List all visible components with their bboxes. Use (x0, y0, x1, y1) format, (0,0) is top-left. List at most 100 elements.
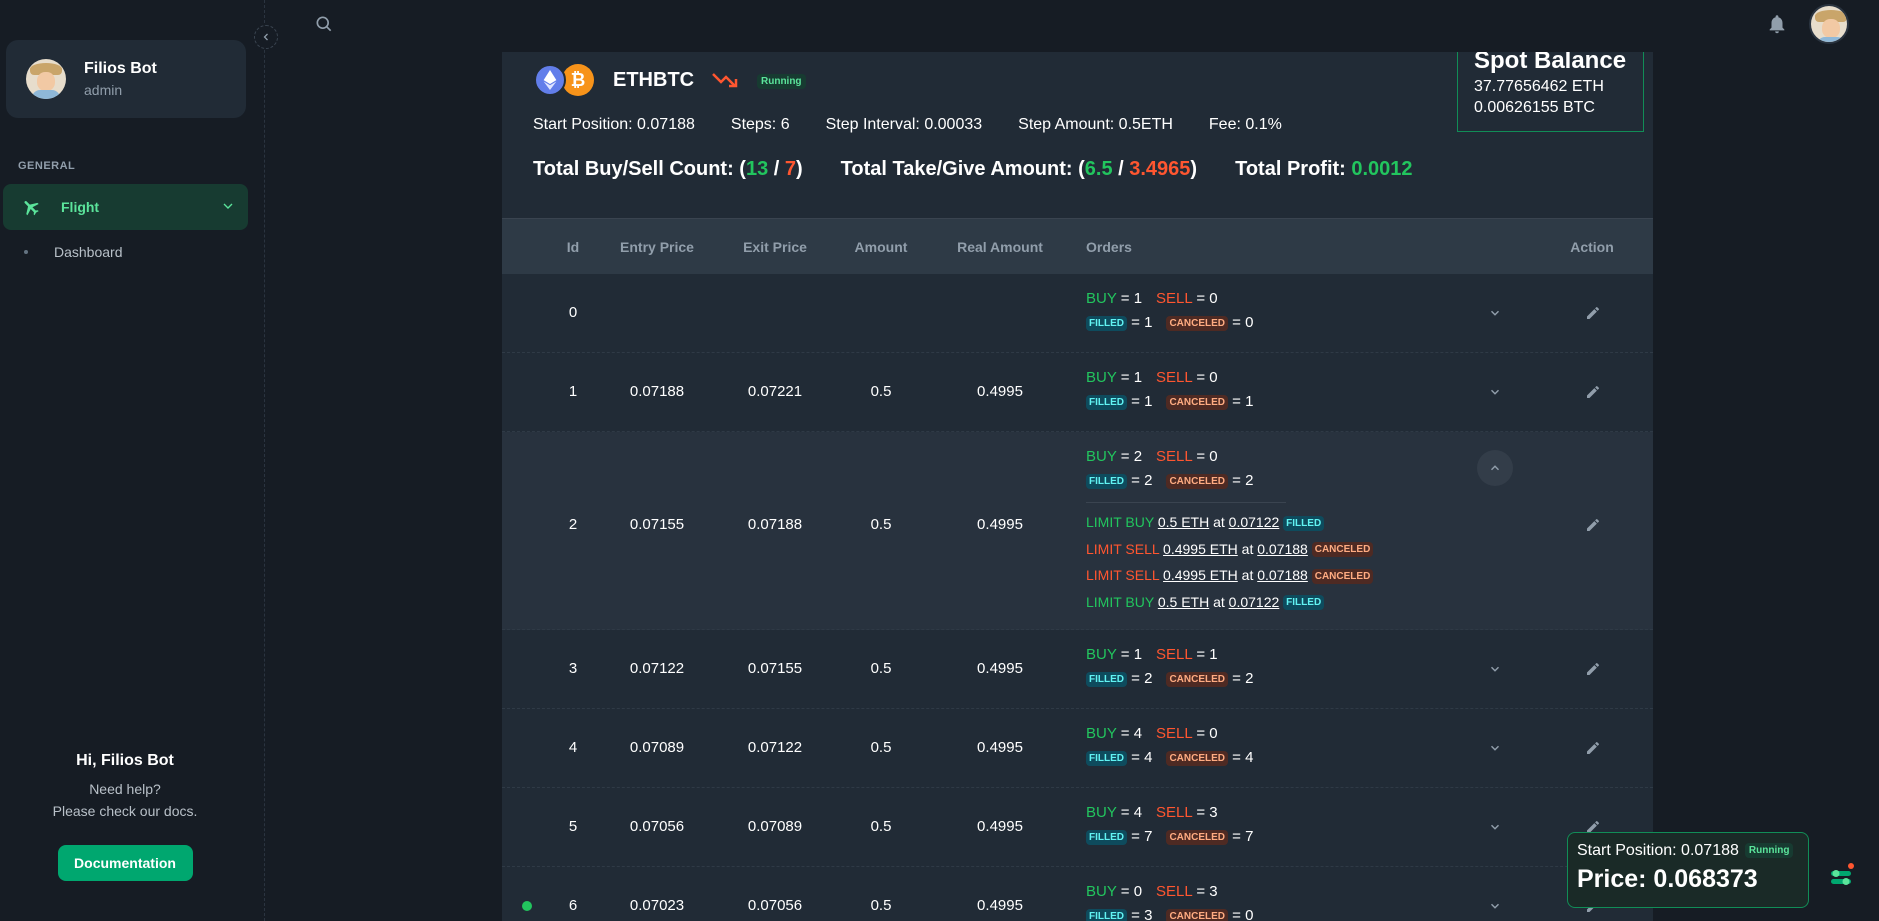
buy-label: BUY (1086, 883, 1117, 900)
cell-id: 5 (568, 818, 578, 835)
trending-down-icon (712, 73, 738, 88)
eq: = (1116, 804, 1134, 821)
eq: = (1192, 804, 1210, 821)
bitcoin-icon: ₿ (562, 64, 594, 96)
sidebar-item-flight[interactable]: Flight (3, 184, 248, 230)
expand-row-button[interactable] (1488, 306, 1502, 325)
help-text: Please check our docs. (52, 803, 198, 819)
order-price[interactable]: 0.07188 (1257, 567, 1308, 583)
spot-balance: Spot Balance 37.77656462 ETH 0.00626155 … (1457, 52, 1644, 132)
table-row: 4 0.07089 0.07122 0.5 0.4995 BUY = 4 SELL = 0F… (502, 709, 1653, 788)
canceled-count: 7 (1245, 828, 1254, 845)
profit: 0.0012 (1351, 158, 1413, 180)
chevron-down-icon (223, 203, 233, 209)
eq: = (1127, 749, 1145, 766)
pencil-icon (1587, 385, 1599, 398)
expand-row-button[interactable] (1488, 741, 1502, 760)
price-widget[interactable]: Start Position: 0.07188 Running Price: 0.… (1567, 832, 1809, 908)
filled-count: 2 (1144, 472, 1153, 489)
filled-count: 1 (1144, 393, 1153, 410)
pencil-icon (1587, 306, 1599, 319)
expand-row-button[interactable] (1488, 820, 1502, 839)
order-qty[interactable]: 0.4995 ETH (1163, 567, 1238, 583)
cell-id: 2 (568, 516, 578, 533)
expand-row-button[interactable] (1488, 385, 1502, 404)
expand-row-button[interactable] (1488, 899, 1502, 918)
eq: = (1127, 828, 1145, 845)
collapse-row-button[interactable] (1477, 450, 1513, 486)
eq: = (1228, 314, 1246, 331)
bell-icon[interactable] (1766, 13, 1788, 35)
avatar[interactable] (1809, 4, 1849, 44)
sell-count: 3 (1209, 883, 1218, 900)
pencil-icon (1587, 662, 1599, 675)
cell-real: 0.4995 (977, 818, 1023, 835)
order-price[interactable]: 0.07188 (1257, 541, 1308, 557)
cell-exit: 0.07056 (747, 897, 803, 914)
order-price[interactable]: 0.07122 (1229, 594, 1280, 610)
edit-button[interactable] (1585, 740, 1601, 761)
cell-id: 0 (568, 304, 578, 321)
airplane-icon (24, 201, 39, 216)
chevron-up-icon (1490, 465, 1500, 471)
order-status-badge: CANCELED (1311, 568, 1374, 584)
orders-summary: BUY = 1 SELL = 1 FILLED = 2 CANCELED = 2 (1086, 644, 1253, 692)
spot-btc: 0.00626155 BTC (1474, 99, 1595, 116)
order-qty[interactable]: 0.5 ETH (1158, 594, 1209, 610)
orders-summary: BUY = 1 SELL = 0 FILLED = 1 CANCELED = 1 (1086, 367, 1253, 415)
give-amount: 3.4965 (1129, 158, 1191, 180)
cell-real: 0.4995 (977, 383, 1023, 400)
avatar (26, 59, 66, 99)
cell-entry: 0.07155 (629, 516, 685, 533)
canceled-badge: CANCELED (1166, 829, 1229, 845)
eq: = (1127, 393, 1145, 410)
cell-id: 6 (568, 897, 578, 914)
help-title: Hi, Filios Bot (76, 752, 174, 769)
cell-real: 0.4995 (977, 739, 1023, 756)
status-count: FILLED = 2 CANCELED = 2 (1086, 470, 1373, 494)
chevron-down-icon (1490, 389, 1500, 395)
filled-badge: FILLED (1086, 908, 1127, 921)
orders-count: BUY = 1 SELL = 0 (1086, 288, 1253, 312)
edit-button[interactable] (1585, 661, 1601, 682)
edit-button[interactable] (1585, 305, 1601, 326)
table-header: Id Entry Price Exit Price Amount Real Am… (502, 218, 1653, 274)
buy-label: BUY (1086, 448, 1117, 465)
eq: = (1228, 472, 1246, 489)
search-icon[interactable] (314, 14, 334, 34)
table-row: 5 0.07056 0.07089 0.5 0.4995 BUY = 4 SELL = 3 F… (502, 788, 1653, 867)
order-price[interactable]: 0.07122 (1229, 514, 1280, 530)
edit-button[interactable] (1585, 384, 1601, 405)
sell-count: 0 (1209, 290, 1218, 307)
expand-row-button[interactable] (1488, 662, 1502, 681)
cell-exit: 0.07188 (747, 516, 803, 533)
order-detail: LIMIT SELL 0.4995 ETH at 0.07188 CANCELE… (1086, 536, 1374, 563)
step-amount: Step Amount: 0.5ETH (1018, 116, 1173, 133)
chevron-down-icon (1490, 824, 1500, 830)
chevron-down-icon (1490, 666, 1500, 672)
eq: = (1228, 907, 1246, 921)
collapse-sidebar-button[interactable] (254, 25, 278, 49)
spot-eth: 37.77656462 ETH (1474, 78, 1604, 95)
sell-label: SELL (1156, 646, 1193, 663)
ethereum-icon (534, 64, 566, 96)
table-row: 0 BUY = 1 SELL = 0 FILLED = 1 CANCELED = 0 (502, 274, 1653, 353)
order-qty[interactable]: 0.4995 ETH (1163, 541, 1238, 557)
pair-title: ETHBTC (613, 69, 695, 91)
cell-amount: 0.5 (870, 897, 892, 914)
sell-count: 7 (784, 158, 796, 180)
canceled-badge: CANCELED (1166, 473, 1229, 489)
documentation-button[interactable]: Documentation (57, 845, 193, 881)
col-orders: Orders (1086, 239, 1132, 255)
filled-badge: FILLED (1086, 671, 1127, 687)
orders-count: BUY = 4 SELL = 0 (1086, 723, 1253, 747)
coin-pair: ₿ (534, 64, 596, 96)
status-count: FILLED = 4 CANCELED = 4 (1086, 747, 1253, 771)
filled-badge: FILLED (1086, 829, 1127, 845)
settings-toggle-icon[interactable] (1826, 862, 1856, 892)
sidebar-item-dashboard[interactable]: Dashboard (24, 244, 123, 260)
order-qty[interactable]: 0.5 ETH (1158, 514, 1209, 530)
user-card[interactable]: Filios Bot admin (6, 40, 246, 118)
sell-label: SELL (1156, 369, 1193, 386)
edit-button[interactable] (1585, 517, 1601, 538)
